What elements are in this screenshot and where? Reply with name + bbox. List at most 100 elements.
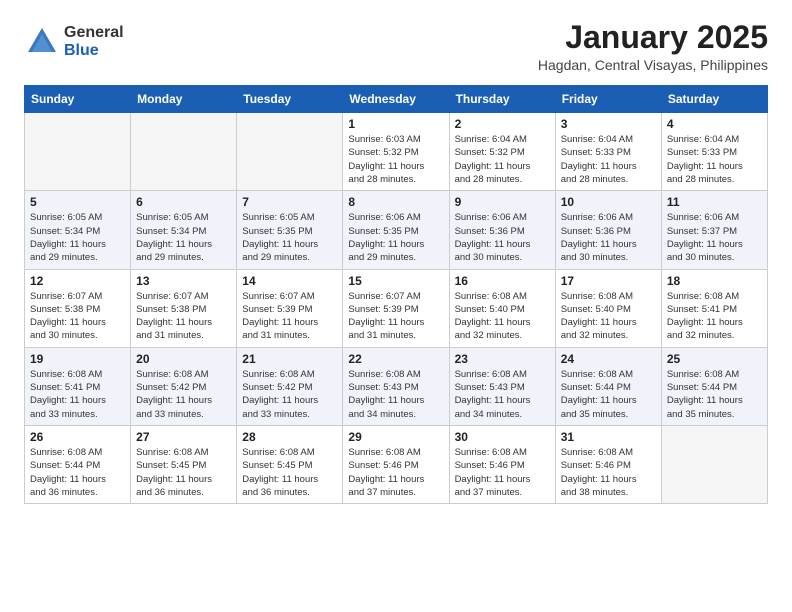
day-info: Sunrise: 6:08 AM Sunset: 5:41 PM Dayligh… — [30, 368, 125, 421]
day-number: 12 — [30, 274, 125, 288]
table-row: 20 Sunrise: 6:08 AM Sunset: 5:42 PM Dayli… — [131, 347, 237, 425]
day-info: Sunrise: 6:08 AM Sunset: 5:45 PM Dayligh… — [136, 446, 231, 499]
day-number: 17 — [561, 274, 656, 288]
col-sunday: Sunday — [25, 86, 131, 113]
day-info: Sunrise: 6:05 AM Sunset: 5:34 PM Dayligh… — [136, 211, 231, 264]
table-row: 22Sunrise: 6:08 AM Sunset: 5:43 PM Dayli… — [343, 347, 449, 425]
day-number: 31 — [561, 430, 656, 444]
col-saturday: Saturday — [661, 86, 767, 113]
col-wednesday: Wednesday — [343, 86, 449, 113]
day-number: 28 — [242, 430, 337, 444]
day-info: Sunrise: 6:07 AM Sunset: 5:38 PM Dayligh… — [30, 290, 125, 343]
calendar-week-row: 12 Sunrise: 6:07 AM Sunset: 5:38 PM Dayli… — [25, 269, 768, 347]
table-row: 29 Sunrise: 6:08 AM Sunset: 5:46 PM Dayli… — [343, 425, 449, 503]
table-row: 15Sunrise: 6:07 AM Sunset: 5:39 PM Dayli… — [343, 269, 449, 347]
day-number: 7 — [242, 195, 337, 209]
calendar-table: Sunday Monday Tuesday Wednesday Thursday… — [24, 85, 768, 504]
day-info: Sunrise: 6:08 AM Sunset: 5:43 PM Dayligh… — [348, 368, 443, 421]
day-info: Sunrise: 6:08 AM Sunset: 5:42 PM Dayligh… — [242, 368, 337, 421]
logo-general-label: General — [64, 24, 124, 42]
day-info: Sunrise: 6:06 AM Sunset: 5:37 PM Dayligh… — [667, 211, 762, 264]
table-row: 14Sunrise: 6:07 AM Sunset: 5:39 PM Dayli… — [237, 269, 343, 347]
day-info: Sunrise: 6:04 AM Sunset: 5:33 PM Dayligh… — [667, 133, 762, 186]
day-number: 15 — [348, 274, 443, 288]
table-row: 24 Sunrise: 6:08 AM Sunset: 5:44 PM Dayli… — [555, 347, 661, 425]
day-number: 11 — [667, 195, 762, 209]
table-row: 1 Sunrise: 6:03 AM Sunset: 5:32 PM Daylig… — [343, 113, 449, 191]
table-row: 8 Sunrise: 6:06 AM Sunset: 5:35 PM Daylig… — [343, 191, 449, 269]
day-info: Sunrise: 6:08 AM Sunset: 5:44 PM Dayligh… — [561, 368, 656, 421]
day-number: 1 — [348, 117, 443, 131]
table-row: 27 Sunrise: 6:08 AM Sunset: 5:45 PM Dayli… — [131, 425, 237, 503]
day-info: Sunrise: 6:08 AM Sunset: 5:46 PM Dayligh… — [561, 446, 656, 499]
day-info: Sunrise: 6:08 AM Sunset: 5:44 PM Dayligh… — [30, 446, 125, 499]
day-info: Sunrise: 6:06 AM Sunset: 5:35 PM Dayligh… — [348, 211, 443, 264]
day-info: Sunrise: 6:08 AM Sunset: 5:46 PM Dayligh… — [455, 446, 550, 499]
day-number: 8 — [348, 195, 443, 209]
day-info: Sunrise: 6:08 AM Sunset: 5:46 PM Dayligh… — [348, 446, 443, 499]
header: General Blue January 2025 Hagdan, Centra… — [24, 20, 768, 73]
day-info: Sunrise: 6:07 AM Sunset: 5:38 PM Dayligh… — [136, 290, 231, 343]
table-row: 7 Sunrise: 6:05 AM Sunset: 5:35 PM Daylig… — [237, 191, 343, 269]
day-number: 6 — [136, 195, 231, 209]
day-number: 18 — [667, 274, 762, 288]
day-number: 24 — [561, 352, 656, 366]
table-row: 26 Sunrise: 6:08 AM Sunset: 5:44 PM Dayli… — [25, 425, 131, 503]
table-row: 9Sunrise: 6:06 AM Sunset: 5:36 PM Daylig… — [449, 191, 555, 269]
calendar-week-row: 26 Sunrise: 6:08 AM Sunset: 5:44 PM Dayli… — [25, 425, 768, 503]
table-row: 25 Sunrise: 6:08 AM Sunset: 5:44 PM Dayli… — [661, 347, 767, 425]
day-number: 21 — [242, 352, 337, 366]
day-number: 14 — [242, 274, 337, 288]
day-number: 9 — [455, 195, 550, 209]
col-friday: Friday — [555, 86, 661, 113]
table-row: 10 Sunrise: 6:06 AM Sunset: 5:36 PM Dayli… — [555, 191, 661, 269]
logo: General Blue — [24, 24, 124, 60]
day-info: Sunrise: 6:05 AM Sunset: 5:35 PM Dayligh… — [242, 211, 337, 264]
calendar-week-row: 19Sunrise: 6:08 AM Sunset: 5:41 PM Dayli… — [25, 347, 768, 425]
table-row: 13Sunrise: 6:07 AM Sunset: 5:38 PM Dayli… — [131, 269, 237, 347]
table-row: 11 Sunrise: 6:06 AM Sunset: 5:37 PM Dayli… — [661, 191, 767, 269]
calendar-week-row: 5 Sunrise: 6:05 AM Sunset: 5:34 PM Daylig… — [25, 191, 768, 269]
day-number: 25 — [667, 352, 762, 366]
table-row: 28Sunrise: 6:08 AM Sunset: 5:45 PM Dayli… — [237, 425, 343, 503]
table-row — [661, 425, 767, 503]
day-number: 10 — [561, 195, 656, 209]
day-number: 5 — [30, 195, 125, 209]
table-row: 4 Sunrise: 6:04 AM Sunset: 5:33 PM Daylig… — [661, 113, 767, 191]
day-number: 30 — [455, 430, 550, 444]
table-row: 3 Sunrise: 6:04 AM Sunset: 5:33 PM Daylig… — [555, 113, 661, 191]
day-info: Sunrise: 6:08 AM Sunset: 5:44 PM Dayligh… — [667, 368, 762, 421]
day-info: Sunrise: 6:08 AM Sunset: 5:42 PM Dayligh… — [136, 368, 231, 421]
day-number: 29 — [348, 430, 443, 444]
day-number: 3 — [561, 117, 656, 131]
day-number: 27 — [136, 430, 231, 444]
day-info: Sunrise: 6:04 AM Sunset: 5:33 PM Dayligh… — [561, 133, 656, 186]
table-row: 31 Sunrise: 6:08 AM Sunset: 5:46 PM Dayli… — [555, 425, 661, 503]
logo-text: General Blue — [64, 24, 124, 59]
table-row: 18Sunrise: 6:08 AM Sunset: 5:41 PM Dayli… — [661, 269, 767, 347]
table-row: 2Sunrise: 6:04 AM Sunset: 5:32 PM Daylig… — [449, 113, 555, 191]
day-number: 2 — [455, 117, 550, 131]
table-row: 17 Sunrise: 6:08 AM Sunset: 5:40 PM Dayli… — [555, 269, 661, 347]
title-section: January 2025 Hagdan, Central Visayas, Ph… — [538, 20, 768, 73]
table-row: 23 Sunrise: 6:08 AM Sunset: 5:43 PM Dayli… — [449, 347, 555, 425]
table-row: 21 Sunrise: 6:08 AM Sunset: 5:42 PM Dayli… — [237, 347, 343, 425]
day-info: Sunrise: 6:05 AM Sunset: 5:34 PM Dayligh… — [30, 211, 125, 264]
month-title: January 2025 — [538, 20, 768, 55]
day-number: 4 — [667, 117, 762, 131]
table-row: 6 Sunrise: 6:05 AM Sunset: 5:34 PM Daylig… — [131, 191, 237, 269]
calendar-header-row: Sunday Monday Tuesday Wednesday Thursday… — [25, 86, 768, 113]
day-info: Sunrise: 6:03 AM Sunset: 5:32 PM Dayligh… — [348, 133, 443, 186]
col-tuesday: Tuesday — [237, 86, 343, 113]
day-number: 23 — [455, 352, 550, 366]
day-info: Sunrise: 6:06 AM Sunset: 5:36 PM Dayligh… — [561, 211, 656, 264]
day-info: Sunrise: 6:08 AM Sunset: 5:43 PM Dayligh… — [455, 368, 550, 421]
day-number: 26 — [30, 430, 125, 444]
day-info: Sunrise: 6:08 AM Sunset: 5:40 PM Dayligh… — [561, 290, 656, 343]
table-row: 30 Sunrise: 6:08 AM Sunset: 5:46 PM Dayli… — [449, 425, 555, 503]
table-row: 16Sunrise: 6:08 AM Sunset: 5:40 PM Dayli… — [449, 269, 555, 347]
table-row: 5 Sunrise: 6:05 AM Sunset: 5:34 PM Daylig… — [25, 191, 131, 269]
day-number: 20 — [136, 352, 231, 366]
day-number: 16 — [455, 274, 550, 288]
table-row: 12 Sunrise: 6:07 AM Sunset: 5:38 PM Dayli… — [25, 269, 131, 347]
